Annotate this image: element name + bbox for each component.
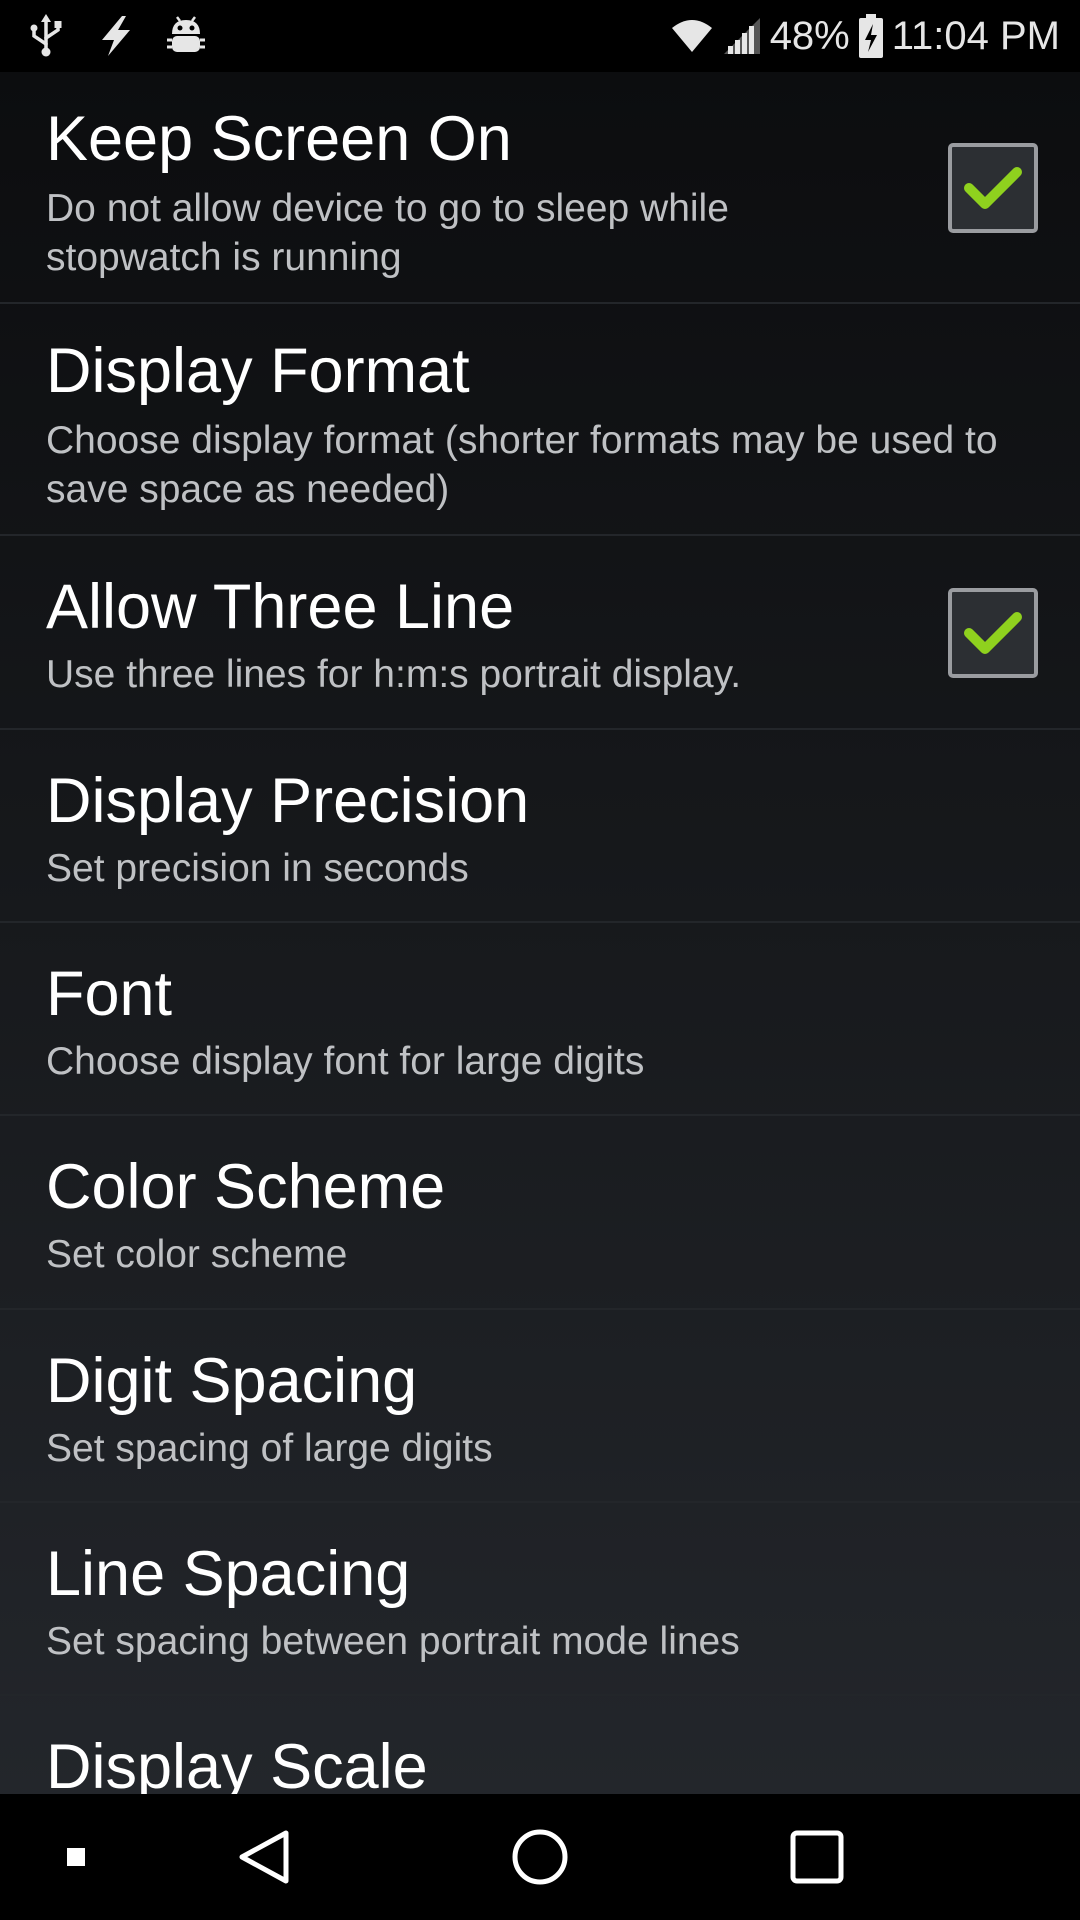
- android-debug-icon: [167, 16, 205, 52]
- status-bar-right: 48% 11:04 PM: [670, 10, 1060, 62]
- pref-line-spacing[interactable]: Line Spacing Set spacing between portrai…: [0, 1503, 1080, 1696]
- flash-icon: [102, 16, 130, 56]
- pref-title: Font: [46, 959, 173, 1029]
- pref-allow-three-line[interactable]: Allow Three Line Use three lines for h:m…: [0, 536, 1080, 730]
- pref-title: Display Scale: [46, 1732, 428, 1795]
- navigation-bar: [0, 1794, 1080, 1920]
- menu-button[interactable]: [56, 1822, 96, 1892]
- pref-summary: Set spacing of large digits: [46, 1427, 493, 1470]
- recents-icon: [790, 1830, 844, 1884]
- keep-screen-on-checkbox[interactable]: [948, 143, 1038, 233]
- pref-title: Allow Three Line: [46, 572, 515, 642]
- pref-display-format[interactable]: Display Format Choose display format (sh…: [0, 304, 1080, 536]
- clock: 11:04 PM: [891, 13, 1060, 58]
- allow-three-line-checkbox[interactable]: [948, 588, 1038, 678]
- pref-color-scheme[interactable]: Color Scheme Set color scheme: [0, 1116, 1080, 1310]
- menu-dot-icon: [67, 1848, 85, 1866]
- pref-font[interactable]: Font Choose display font for large digit…: [0, 923, 1080, 1116]
- pref-summary: Do not allow device to go to sleep while…: [46, 187, 729, 279]
- home-button[interactable]: [503, 1822, 577, 1892]
- back-button[interactable]: [228, 1822, 300, 1892]
- pref-keep-screen-on[interactable]: Keep Screen On Do not allow device to go…: [0, 72, 1080, 304]
- pref-summary: Choose display format (shorter formats m…: [46, 419, 998, 511]
- preferences-list: Keep Screen On Do not allow device to go…: [0, 72, 1080, 1794]
- pref-title: Display Format: [46, 336, 470, 406]
- pref-title: Line Spacing: [46, 1539, 411, 1609]
- pref-display-precision[interactable]: Display Precision Set precision in secon…: [0, 730, 1080, 923]
- back-icon: [239, 1830, 289, 1884]
- usb-icon: [30, 14, 62, 57]
- pref-title: Keep Screen On: [46, 104, 512, 174]
- pref-display-scale[interactable]: Display Scale: [0, 1696, 1080, 1795]
- battery-charging-icon: [858, 14, 883, 58]
- pref-title: Digit Spacing: [46, 1346, 418, 1416]
- home-icon: [512, 1829, 568, 1885]
- status-bar: 48% 11:04 PM: [0, 0, 1080, 72]
- pref-title: Display Precision: [46, 766, 530, 836]
- status-bar-left: [26, 14, 206, 58]
- wifi-icon: [671, 20, 712, 52]
- pref-summary: Choose display font for large digits: [46, 1040, 645, 1083]
- pref-summary: Use three lines for h:m:s portrait displ…: [46, 653, 742, 696]
- checkmark-icon: [964, 612, 1022, 654]
- pref-title: Color Scheme: [46, 1152, 446, 1222]
- battery-percent: 48%: [769, 13, 850, 58]
- pref-summary: Set spacing between portrait mode lines: [46, 1620, 740, 1663]
- pref-summary: Set precision in seconds: [46, 847, 469, 890]
- checkmark-icon: [964, 167, 1022, 209]
- recents-button[interactable]: [781, 1822, 853, 1892]
- pref-digit-spacing[interactable]: Digit Spacing Set spacing of large digit…: [0, 1310, 1080, 1503]
- cell-signal-icon: [723, 18, 760, 54]
- pref-summary: Set color scheme: [46, 1233, 348, 1276]
